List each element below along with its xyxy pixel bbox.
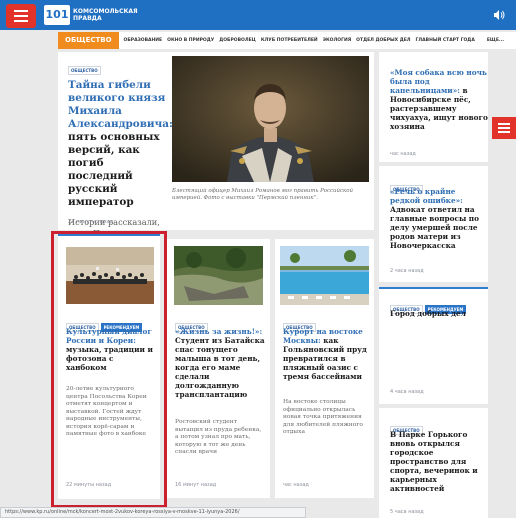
nav-item[interactable]: КЛУБ ПОТРЕБИТЕЛЕЙ	[261, 38, 318, 43]
title-highlight: «Жизнь за жизнь!»:	[175, 327, 263, 336]
status-url-bar: https://www.kp.ru/online/mck/koncert-mos…	[0, 507, 306, 518]
timestamp: 16 минут назад	[175, 482, 217, 488]
pond-photo[interactable]	[174, 246, 263, 305]
nav-item[interactable]: ДОБРОВОЛЕЦ	[219, 38, 256, 43]
article-card[interactable]: ОБЩЕСТВО «Жизнь за жизнь!»: Студент из Б…	[167, 239, 270, 498]
nav-item[interactable]: ЭКОЛОГИЯ	[323, 38, 351, 43]
lead-photo[interactable]	[172, 56, 369, 182]
timestamp: час назад	[390, 151, 416, 157]
side-article[interactable]: «Моя собака всю ночь была под капельница…	[379, 52, 488, 162]
focus-highlight-frame	[51, 231, 167, 508]
side-article-title[interactable]: «Речь о крайне редкой ошибке»: Адвокат о…	[390, 187, 488, 250]
card-subtitle: На востоке столицы официально открылась …	[283, 399, 363, 435]
nav-item[interactable]: ГЛАВНЫЙ СТАРТ ГОДА	[416, 38, 475, 43]
side-article-title[interactable]: В Парке Горького вновь открылся городско…	[390, 430, 488, 493]
side-article[interactable]: ОБЩЕСТВО «Речь о крайне редкой ошибке»: …	[379, 166, 488, 282]
title-highlight: «Речь о крайне редкой ошибке»:	[390, 187, 463, 205]
category-tag[interactable]: ОБЩЕСТВО	[68, 66, 101, 75]
card-title[interactable]: «Жизнь за жизнь!»: Студент из Батайска с…	[175, 327, 267, 399]
nav-item[interactable]: ОКНО В ПРИРОДУ	[167, 38, 214, 43]
photo-caption: Блестящий офицер Михаил Романов мог прав…	[172, 188, 353, 201]
side-article-title[interactable]: Город добрых дел	[390, 309, 488, 318]
logo-number: 101	[44, 5, 70, 25]
side-article-title[interactable]: «Моя собака всю ночь была под капельница…	[390, 68, 490, 131]
card-accent-line	[379, 287, 488, 289]
side-article[interactable]: ОБЩЕСТВО В Парке Горького вновь открылся…	[379, 408, 488, 518]
timestamp: 5 часа назад	[390, 509, 424, 515]
top-bar: 101 КОМСОМОЛЬСКАЯ ПРАВДА	[0, 0, 516, 30]
floating-menu-button[interactable]	[492, 117, 516, 139]
title-rest: Студент из Батайска спас тонущего малыша…	[175, 336, 265, 399]
timestamp: час назад	[283, 482, 309, 488]
nav-item-more[interactable]: ЕЩЕ...	[487, 38, 504, 43]
site-logo[interactable]: 101 КОМСОМОЛЬСКАЯ ПРАВДА	[44, 5, 138, 25]
lead-article[interactable]: ОБЩЕСТВО Тайна гибели великого князя Мих…	[58, 52, 374, 259]
nav-item-active[interactable]: ОБЩЕСТВО	[58, 32, 119, 49]
timestamp: 4 часа назад	[390, 389, 424, 395]
title-highlight: «Моя собака всю ночь была под капельница…	[390, 68, 487, 95]
pool-photo[interactable]	[280, 246, 369, 305]
sound-icon[interactable]	[492, 8, 506, 22]
article-card[interactable]: ОБЩЕСТВО Курорт на востоке Москвы: как Г…	[275, 239, 374, 498]
timestamp: 22 минуты назад	[68, 219, 114, 225]
card-subtitle: Ростовский студент вытащил из пруда ребе…	[175, 419, 262, 455]
title-rest: Адвокат ответил на главные вопросы по де…	[390, 205, 480, 250]
lead-title[interactable]: Тайна гибели великого князя Михаила Алек…	[68, 79, 173, 209]
lead-title-rest: пять основных версий, как погиб последни…	[68, 131, 160, 208]
lead-title-highlight: Тайна гибели великого князя Михаила Алек…	[68, 79, 173, 130]
side-article[interactable]: ОБЩЕСТВО РЕКОМЕНДУЕМ Город добрых дел 4 ч…	[379, 287, 488, 404]
logo-name: КОМСОМОЛЬСКАЯ ПРАВДА	[73, 8, 138, 22]
hamburger-menu-button[interactable]	[6, 4, 36, 28]
card-title[interactable]: Курорт на востоке Москвы: как Гольяновск…	[283, 327, 371, 381]
nav-item[interactable]: ОТДЕЛ ДОБРЫХ ДЕЛ	[356, 38, 410, 43]
section-nav: ОБЩЕСТВО ОБРАЗОВАНИЕ ОКНО В ПРИРОДУ ДОБР…	[58, 32, 516, 49]
timestamp: 2 часа назад	[390, 268, 424, 274]
nav-item[interactable]: ОБРАЗОВАНИЕ	[124, 38, 163, 43]
